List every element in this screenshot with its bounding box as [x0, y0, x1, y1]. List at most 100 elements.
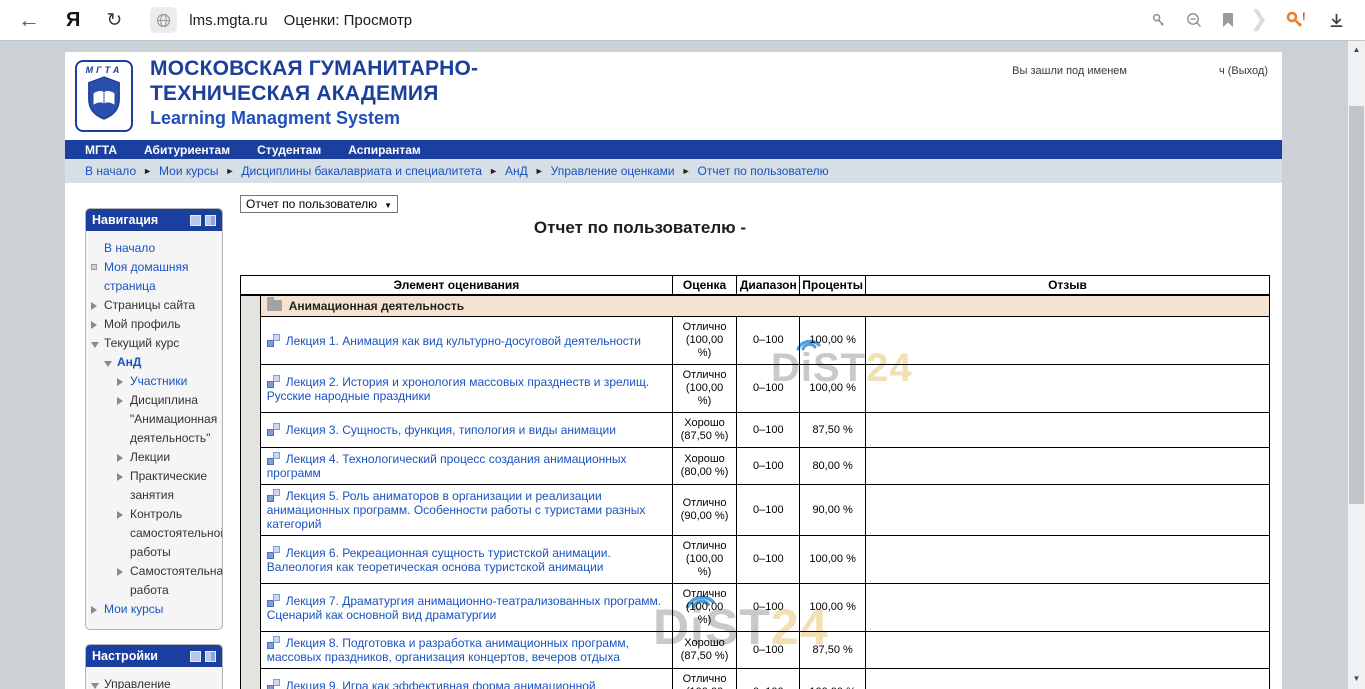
collapsed-arrow-icon: [91, 321, 97, 329]
breadcrumb-link[interactable]: Мои курсы: [159, 164, 218, 178]
column-header-item: Элемент оценивания: [241, 276, 673, 296]
block-collapse-icon[interactable]: [190, 215, 201, 226]
sidebar-item[interactable]: Лекции: [86, 448, 220, 467]
protect-key-alert-icon[interactable]: !: [1285, 10, 1307, 30]
grade-row: Лекция 8. Подготовка и разработка анимац…: [241, 632, 1270, 669]
scroll-up-arrow-icon[interactable]: [1348, 42, 1365, 58]
sidebar-item[interactable]: Моя домашняя страница: [86, 258, 220, 296]
logout-link[interactable]: ч (Выход): [1219, 65, 1268, 77]
sidebar-item[interactable]: Участники: [86, 372, 220, 391]
feedback-cell: [865, 317, 1269, 365]
sidebar-item[interactable]: Дисциплина "Анимационная деятельность": [86, 391, 220, 448]
grade-item-link[interactable]: Лекция 8. Подготовка и разработка анимац…: [267, 636, 629, 664]
grade-cell: Отлично(100,00 %): [672, 365, 737, 413]
sidebar-item[interactable]: Мои курсы: [86, 600, 220, 619]
sidebar-item-label: АнД: [117, 355, 141, 369]
grade-item-link[interactable]: Лекция 2. История и хронология массовых …: [267, 375, 650, 403]
grade-row: Лекция 7. Драматургия анимационно-театра…: [241, 584, 1270, 632]
nav-item[interactable]: Студентам: [257, 143, 321, 157]
academy-logo: МГТА: [75, 60, 133, 132]
scrollbar-thumb[interactable]: [1349, 106, 1364, 504]
grade-item-link[interactable]: Лекция 9. Игра как эффективная форма ани…: [267, 679, 596, 689]
sidebar-item[interactable]: Самостоятельная работа: [86, 562, 220, 600]
lesson-icon: [267, 375, 280, 388]
lesson-icon: [267, 334, 280, 347]
sidebar-item[interactable]: Текущий курс: [86, 334, 220, 353]
sidebar-item-label: Мои курсы: [104, 602, 163, 616]
page-title: Отчет по пользователю -: [240, 218, 1040, 238]
navigation-block: Навигация В началоМоя домашняя страницаС…: [85, 208, 223, 630]
collapsed-arrow-icon: [117, 568, 123, 576]
grade-cell: Хорошо(80,00 %): [672, 448, 737, 485]
grade-item-link[interactable]: Лекция 3. Сущность, функция, типология и…: [286, 423, 616, 437]
grade-table: Элемент оценивания Оценка Диапазон Проце…: [240, 275, 1270, 689]
report-type-select[interactable]: Отчет по пользователю: [240, 195, 398, 213]
breadcrumb-link[interactable]: В начало: [85, 164, 136, 178]
lesson-icon: [267, 679, 280, 689]
range-cell: 0–100: [737, 584, 800, 632]
nav-item[interactable]: МГТА: [85, 143, 117, 157]
grade-item-link[interactable]: Лекция 7. Драматургия анимационно-театра…: [267, 594, 661, 622]
feedback-cell: [865, 365, 1269, 413]
vertical-scrollbar[interactable]: [1348, 40, 1365, 689]
settings-block-title: Настройки: [92, 649, 186, 663]
block-collapse-icon[interactable]: [190, 651, 201, 662]
breadcrumb-link[interactable]: Управление оценками: [551, 164, 675, 178]
report-type-value: Отчет по пользователю: [246, 197, 377, 211]
main-report-area: Отчет по пользователю Отчет по пользоват…: [240, 195, 1274, 689]
grade-cell: Хорошо(87,50 %): [672, 413, 737, 448]
feedback-cell: [865, 536, 1269, 584]
lesson-icon: [267, 546, 280, 559]
grade-item-link[interactable]: Лекция 6. Рекреационная сущность туристс…: [267, 546, 611, 574]
grade-item-link[interactable]: Лекция 4. Технологический процесс создан…: [267, 452, 627, 480]
item-name-cell: Лекция 1. Анимация как вид культурно-дос…: [260, 317, 672, 365]
sidebar-item[interactable]: В начало: [86, 239, 220, 258]
download-icon[interactable]: [1328, 12, 1345, 29]
navigation-block-title: Навигация: [92, 213, 186, 227]
grade-item-link[interactable]: Лекция 1. Анимация как вид культурно-дос…: [286, 334, 641, 348]
grade-item-link[interactable]: Лекция 5. Роль аниматоров в организации …: [267, 489, 646, 531]
sidebar-item[interactable]: Практические занятия: [86, 467, 220, 505]
address-bar-url[interactable]: lms.mgta.ru: [189, 12, 267, 29]
column-header-percent: Проценты: [800, 276, 866, 296]
breadcrumb-link[interactable]: АнД: [505, 164, 528, 178]
block-dock-icon[interactable]: [205, 215, 216, 226]
block-dock-icon[interactable]: [205, 651, 216, 662]
settings-block-header: Настройки: [86, 645, 222, 667]
sidebar: Навигация В началоМоя домашняя страницаС…: [85, 208, 223, 689]
sidebar-item[interactable]: АнД: [86, 353, 220, 372]
yandex-browser-logo[interactable]: Я: [66, 9, 80, 32]
page-body: Навигация В началоМоя домашняя страницаС…: [65, 195, 1282, 689]
range-cell: 0–100: [737, 317, 800, 365]
academy-title: МОСКОВСКАЯ ГУМАНИТАРНО- ТЕХНИЧЕСКАЯ АКАД…: [150, 56, 478, 131]
academy-logo-text: МГТА: [77, 65, 131, 75]
range-cell: 0–100: [737, 413, 800, 448]
refresh-icon[interactable]: ↻: [106, 9, 122, 32]
academy-title-line1: МОСКОВСКАЯ ГУМАНИТАРНО-: [150, 56, 478, 81]
range-cell: 0–100: [737, 669, 800, 689]
nav-item[interactable]: Абитуриентам: [144, 143, 230, 157]
feedback-cell: [865, 584, 1269, 632]
grade-cell: Хорошо(87,50 %): [672, 632, 737, 669]
item-name-cell: Лекция 4. Технологический процесс создан…: [260, 448, 672, 485]
feedback-cell: [865, 413, 1269, 448]
sidebar-item[interactable]: Мой профиль: [86, 315, 220, 334]
breadcrumb: В начало►Мои курсы►Дисциплины бакалавриа…: [65, 159, 1282, 183]
sidebar-item[interactable]: Контроль самостоятельной работы: [86, 505, 220, 562]
nav-item[interactable]: Аспирантам: [348, 143, 421, 157]
academy-title-line2: ТЕХНИЧЕСКАЯ АКАДЕМИЯ: [150, 81, 478, 106]
back-icon[interactable]: ←: [18, 0, 40, 40]
bookmark-icon[interactable]: [1221, 12, 1235, 28]
sidebar-item-label: Мой профиль: [104, 317, 181, 331]
browser-toolbar: ← Я ↻ lms.mgta.ru Оценки: Просмотр ❯ !: [0, 0, 1365, 41]
percent-cell: 87,50 %: [800, 632, 866, 669]
sidebar-item[interactable]: Страницы сайта: [86, 296, 220, 315]
sidebar-item[interactable]: Управление оценками: [86, 675, 220, 689]
breadcrumb-link[interactable]: Отчет по пользователю: [698, 164, 829, 178]
breadcrumb-separator-icon: ►: [225, 166, 234, 176]
grade-row: Лекция 1. Анимация как вид культурно-дос…: [241, 317, 1270, 365]
scroll-down-arrow-icon[interactable]: [1348, 671, 1365, 687]
zoom-out-icon[interactable]: [1185, 11, 1203, 29]
breadcrumb-link[interactable]: Дисциплины бакалавриата и специалитета: [241, 164, 482, 178]
password-key-icon[interactable]: [1150, 12, 1167, 29]
